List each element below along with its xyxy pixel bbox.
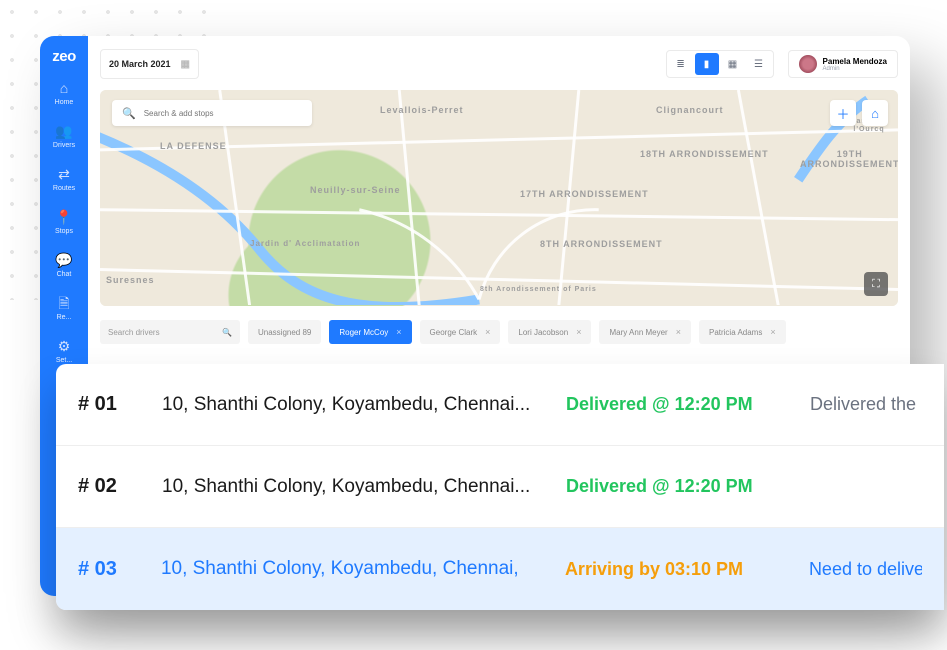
sidebar-item-settings[interactable]: ⚙ Set... [46,339,82,364]
row-note: Need to delive [809,559,922,580]
map-icon: ▮ [704,59,710,70]
fullscreen-icon: ⛶ [872,278,880,291]
map-label: 8th Arondissement of Paris [480,286,597,294]
row-index: # 01 [78,393,138,416]
row-address: 10, Shanthi Colony, Koyambedu, Chennai..… [162,476,542,498]
home-icon: ⌂ [46,81,82,95]
sidebar-item-label: Drivers [46,142,82,149]
date-value: 20 March 2021 [109,59,171,69]
chip-driver[interactable]: Mary Ann Meyer × [599,320,691,344]
sidebar-item-label: Stops [46,228,82,235]
close-icon[interactable]: × [396,327,401,337]
gear-icon: ⚙ [46,339,82,353]
chip-label: Unassigned 89 [258,328,311,337]
sidebar-item-chat[interactable]: 💬 Chat [46,253,82,278]
map-search[interactable]: 🔍 [112,100,312,126]
close-icon[interactable]: × [770,327,775,337]
chip-label: Lori Jacobson [518,328,568,337]
chip-driver[interactable]: Roger McCoy × [329,320,411,344]
map-label: Levallois-Perret [380,106,464,116]
calendar-icon: ▦ [181,59,190,70]
delivery-row[interactable]: # 03 10, Shanthi Colony, Koyambedu, Chen… [56,528,944,610]
sidebar-item-label: Re... [46,314,82,321]
map-label: 18TH ARRONDISSEMENT [640,150,769,160]
recenter-button[interactable]: ⌂ [862,100,888,126]
pin-icon: 📍 [46,210,82,224]
row-index: # 02 [78,475,138,498]
chip-unassigned[interactable]: Unassigned 89 [248,320,321,344]
date-picker[interactable]: 20 March 2021 ▦ [100,49,199,79]
map-controls: ＋ ⌂ [830,100,888,126]
view-grid-button[interactable]: ▦ [721,53,745,75]
map-label: Neuilly-sur-Seine [310,186,401,196]
driver-search[interactable]: Search drivers 🔍 [100,320,240,344]
sidebar-item-home[interactable]: ⌂ Home [46,81,82,106]
view-chart-button[interactable]: ≣ [669,53,693,75]
delivery-row[interactable]: # 02 10, Shanthi Colony, Koyambedu, Chen… [56,446,944,528]
user-menu[interactable]: Pamela Mendoza Admin [788,50,898,78]
chip-label: Roger McCoy [339,328,388,337]
home-icon: ⌂ [871,106,879,121]
row-status: Delivered @ 12:20 PM [566,394,786,415]
user-name: Pamela Mendoza [823,57,887,66]
brand-logo[interactable]: zeo [52,48,76,65]
search-input[interactable] [144,109,302,118]
chip-label: George Clark [430,328,478,337]
chip-driver[interactable]: Lori Jacobson × [508,320,591,344]
delivery-row[interactable]: # 01 10, Shanthi Colony, Koyambedu, Chen… [56,364,944,446]
row-status: Delivered @ 12:20 PM [566,476,786,497]
sidebar-item-label: Set... [46,357,82,364]
close-icon[interactable]: × [485,327,490,337]
close-icon[interactable]: × [676,327,681,337]
map-label: 17TH ARRONDISSEMENT [520,190,649,200]
map-canvas[interactable]: LA DEFENSE Levallois-Perret Neuilly-sur-… [100,90,898,306]
fullscreen-button[interactable]: ⛶ [864,272,888,296]
topbar: 20 March 2021 ▦ ≣ ▮ ▦ ☰ Pamela Mendoza A… [100,46,898,82]
search-icon: 🔍 [122,107,136,120]
plus-icon: ＋ [836,104,849,123]
map-label: Jardin d' Acclimatation [250,240,360,249]
bars-icon: ≣ [676,59,684,70]
sidebar-item-label: Home [46,99,82,106]
sidebar-item-label: Chat [46,271,82,278]
sidebar-item-drivers[interactable]: 👥 Drivers [46,124,82,149]
row-note: Delivered the [810,394,916,415]
driver-search-placeholder: Search drivers [108,328,160,337]
drivers-icon: 👥 [46,124,82,138]
row-status: Arriving by 03:10 PM [565,559,785,580]
view-list-button[interactable]: ☰ [747,53,771,75]
driver-filter-strip: Search drivers 🔍 Unassigned 89 Roger McC… [100,316,898,348]
user-role: Admin [823,66,887,72]
row-address: 10, Shanthi Colony, Koyambedu, Chennai, [161,558,541,580]
view-switch: ≣ ▮ ▦ ☰ [666,50,774,78]
grid-icon: ▦ [728,59,737,70]
map-label: LA DEFENSE [160,142,227,152]
search-icon: 🔍 [222,328,232,337]
map-label: 8TH ARRONDISSEMENT [540,240,663,250]
add-stop-button[interactable]: ＋ [830,100,856,126]
map-label: Suresnes [106,276,155,286]
map-label: 19TH ARRONDISSEMENT [800,150,898,170]
list-icon: ☰ [754,59,763,70]
delivery-list: # 01 10, Shanthi Colony, Koyambedu, Chen… [56,364,944,610]
avatar [799,55,817,73]
chip-label: Mary Ann Meyer [609,328,667,337]
chip-driver[interactable]: George Clark × [420,320,501,344]
sidebar-item-routes[interactable]: ⇄ Routes [46,167,82,192]
row-address: 10, Shanthi Colony, Koyambedu, Chennai..… [162,394,542,416]
map-label: Clignancourt [656,106,724,116]
chip-driver[interactable]: Patricia Adams × [699,320,786,344]
routes-icon: ⇄ [46,167,82,181]
chat-icon: 💬 [46,253,82,267]
sidebar-item-stops[interactable]: 📍 Stops [46,210,82,235]
chip-label: Patricia Adams [709,328,762,337]
sidebar-item-label: Routes [46,185,82,192]
sidebar-item-reports[interactable]: 🗎 Re... [46,296,82,321]
close-icon[interactable]: × [576,327,581,337]
view-map-button[interactable]: ▮ [695,53,719,75]
row-index: # 03 [78,558,137,581]
report-icon: 🗎 [46,296,82,310]
